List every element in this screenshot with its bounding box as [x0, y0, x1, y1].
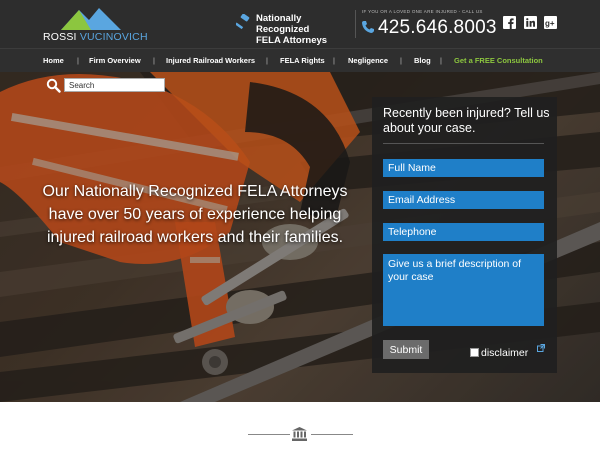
full-name-field[interactable]	[383, 159, 544, 177]
nav-separator: |	[153, 56, 155, 65]
disclaimer-checkbox[interactable]	[470, 348, 479, 357]
nav-item-injured-railroad-workers[interactable]: Injured Railroad Workers	[166, 56, 255, 65]
phone-icon	[362, 21, 374, 33]
bank-icon	[292, 427, 307, 441]
email-field[interactable]	[383, 191, 544, 209]
section-divider-left	[248, 434, 290, 435]
nav-item-blog[interactable]: Blog	[414, 56, 431, 65]
nav-item-free-consultation[interactable]: Get a FREE Consultation	[454, 56, 543, 65]
search-input[interactable]	[64, 78, 165, 92]
nav-separator: |	[400, 56, 402, 65]
nav-item-negligence[interactable]: Negligence	[348, 56, 388, 65]
case-description-field[interactable]	[383, 254, 544, 326]
linkedin-icon[interactable]	[524, 16, 537, 29]
case-evaluation-form: Recently been injured? Tell us about you…	[372, 97, 557, 373]
header-divider	[355, 10, 356, 38]
tagline-line1: Nationally Recognized	[256, 13, 310, 35]
nav-separator: |	[77, 56, 79, 65]
facebook-icon[interactable]	[503, 16, 516, 29]
phone-number-link[interactable]: 425.646.8003	[378, 17, 497, 39]
call-prompt: IF YOU OR A LOVED ONE ARE INJURED - CALL…	[362, 9, 483, 14]
header-tagline: Nationally Recognized FELA Attorneys	[256, 13, 356, 46]
main-nav: Home | Firm Overview | Injured Railroad …	[0, 48, 600, 72]
external-link-icon[interactable]	[537, 344, 545, 352]
site-header: ROSSI VUCINOVICH Nationally Recognized F…	[0, 0, 600, 48]
section-divider-right	[311, 434, 353, 435]
hero-headline: Our Nationally Recognized FELA Attorneys…	[42, 183, 348, 246]
nav-item-firm-overview[interactable]: Firm Overview	[89, 56, 141, 65]
nav-separator: |	[440, 56, 442, 65]
disclaimer-label[interactable]: disclaimer	[481, 347, 528, 359]
hero-section: Our Nationally Recognized FELA Attorneys…	[0, 72, 600, 402]
googleplus-icon[interactable]: g+	[544, 16, 557, 29]
logo-text-part1: ROSSI	[43, 31, 77, 43]
telephone-field[interactable]	[383, 223, 544, 241]
logo-text-part2: VUCINOVICH	[79, 31, 148, 43]
submit-button[interactable]: Submit	[383, 340, 429, 359]
logo-text: ROSSI VUCINOVICH	[43, 31, 148, 43]
form-title: Recently been injured? Tell us about you…	[383, 106, 550, 135]
form-divider	[383, 143, 544, 144]
nav-item-home[interactable]: Home	[43, 56, 64, 65]
gavel-icon	[236, 14, 250, 30]
mountains-logo-icon	[61, 8, 121, 30]
nav-item-fela-rights[interactable]: FELA Rights	[280, 56, 325, 65]
tagline-line2: FELA Attorneys	[256, 35, 328, 46]
nav-separator: |	[266, 56, 268, 65]
nav-separator: |	[333, 56, 335, 65]
search-icon[interactable]	[46, 78, 61, 93]
site-logo[interactable]: ROSSI VUCINOVICH	[43, 6, 148, 44]
svg-text:g+: g+	[545, 19, 555, 28]
